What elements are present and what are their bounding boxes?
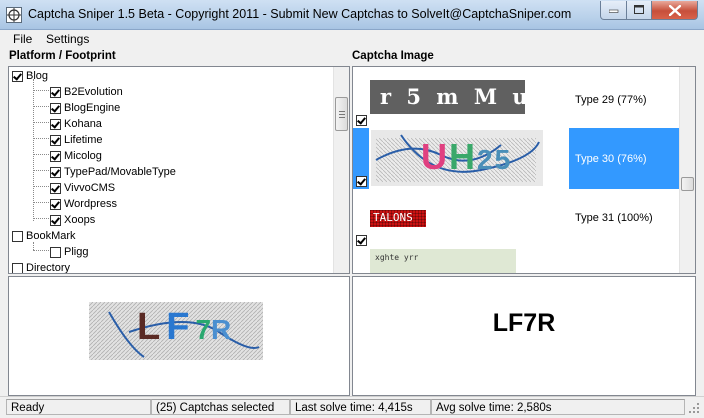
tree-checkbox[interactable] [12,70,23,82]
tree-connector [33,79,34,221]
status-last-solve: Last solve time: 4,415s [290,399,431,415]
captcha-image-text: TALONS [373,211,413,224]
preview-captcha-text: L F 7R [137,306,232,348]
tree-checkbox[interactable] [50,118,61,130]
tree-item-label: Wordpress [64,198,117,210]
tree-item-vivvocms[interactable]: VivvoCMS [50,180,115,196]
captcha-checkbox[interactable] [356,115,367,126]
tree-item-blogengine[interactable]: BlogEngine [50,100,120,116]
captcha-image: TALONS [370,210,426,227]
captcha-image: xghte yrr [370,249,516,273]
tree-checkbox[interactable] [12,262,23,273]
captcha-type-label: Type 29 (77%) [575,94,647,106]
tree-item-b2evolution[interactable]: B2Evolution [50,84,123,100]
app-icon [6,7,22,23]
tree-item-xoops[interactable]: Xoops [50,212,95,228]
menu-file[interactable]: File [13,32,32,46]
tree-item-label: Blog [26,70,49,82]
captcha-checkbox[interactable] [356,176,367,187]
preview-captcha-image: L F 7R [89,302,263,360]
tree-item-label: Xoops [64,214,96,226]
tree-item-label: Lifetime [64,134,103,146]
tree-item-lifetime[interactable]: Lifetime [50,132,103,148]
platform-tree[interactable]: Blog B2Evolution BlogEngine Kohana Lifet… [8,66,350,274]
captcha-image: r 5 m M u P [370,80,559,114]
captcha-scroll-thumb[interactable] [681,177,694,191]
captcha-row[interactable]: r 5 m M u P Type 29 (77%) [353,67,679,126]
tree-checkbox[interactable] [50,246,61,258]
tree-connector [33,154,49,155]
tree-item-label: BookMark [26,230,76,242]
tree-connector [33,170,49,171]
window-title: Captcha Sniper 1.5 Beta - Copyright 2011… [28,7,572,21]
captcha-answer: LF7R [352,276,696,396]
platform-footprint-header: Platform / Footprint [9,50,116,62]
captcha-row[interactable]: xghte yrr [353,233,679,273]
tree-connector [33,138,49,139]
captcha-image-text: r 5 m M u P [380,84,563,109]
tree-checkbox[interactable] [50,102,61,114]
menu-bar: File Settings [0,30,704,48]
tree-connector [33,106,49,107]
captcha-list[interactable]: r 5 m M u P Type 29 (77%) UH25 Type 30 (… [352,66,696,274]
tree-connector [33,250,49,251]
tree-item-kohana[interactable]: Kohana [50,116,102,132]
tree-connector [33,186,49,187]
tree-item-micolog[interactable]: Micolog [50,148,102,164]
minimize-icon [608,9,618,13]
tree-item-blog[interactable]: Blog [12,68,48,84]
tree-checkbox[interactable] [50,198,61,210]
maximize-button[interactable] [626,1,652,20]
captcha-image: UH25 [371,130,543,186]
tree-item-label: VivvoCMS [64,182,116,194]
tree-checkbox[interactable] [12,230,23,242]
tree-connector [33,122,49,123]
answer-text: LF7R [492,309,556,337]
captcha-row[interactable]: TALONS Type 31 (100%) [353,189,679,246]
tree-item-typepad[interactable]: TypePad/MovableType [50,164,176,180]
status-avg-solve: Avg solve time: 2,580s [431,399,685,415]
tree-item-label: Micolog [64,150,102,162]
captcha-scrollbar[interactable] [679,67,695,273]
tree-checkbox[interactable] [50,134,61,146]
tree-item-directory[interactable]: Directory [12,260,71,274]
status-bar: Ready (25) Captchas selected Last solve … [0,396,704,418]
tree-checkbox[interactable] [50,182,61,194]
tree-checkbox[interactable] [50,150,61,162]
captcha-image-text: UH25 [421,136,513,177]
tree-item-label: Directory [26,262,71,274]
tree-item-label: Pligg [64,246,89,258]
maximize-icon [633,5,644,14]
captcha-image-text: xghte yrr [375,253,419,262]
captcha-type-label: Type 31 (100%) [575,212,653,224]
resize-grip-icon[interactable] [687,401,701,415]
status-selected-count: (25) Captchas selected [151,399,290,415]
minimize-button[interactable] [600,1,627,20]
captcha-image-header: Captcha Image [352,50,434,62]
tree-connector [33,202,49,203]
tree-item-label: B2Evolution [64,86,123,98]
tree-item-bookmark[interactable]: BookMark [12,228,76,244]
tree-item-pligg[interactable]: Pligg [50,244,88,260]
tree-checkbox[interactable] [50,166,61,178]
tree-checkbox[interactable] [50,86,61,98]
captcha-preview: L F 7R [8,276,350,396]
tree-item-label: TypePad/MovableType [64,166,176,178]
tree-scroll-thumb[interactable] [335,97,348,131]
captcha-type-label: Type 30 (76%) [575,153,647,165]
tree-item-label: BlogEngine [64,102,121,114]
tree-item-wordpress[interactable]: Wordpress [50,196,117,212]
close-icon [668,4,681,16]
captcha-row-selected[interactable]: UH25 Type 30 (76%) [353,128,679,189]
status-state: Ready [6,399,151,415]
tree-connector [33,90,49,91]
close-button[interactable] [651,1,698,20]
tree-item-label: Kohana [64,118,102,130]
tree-checkbox[interactable] [50,214,61,226]
tree-scrollbar[interactable] [333,67,349,273]
menu-settings[interactable]: Settings [46,32,89,46]
tree-connector [33,218,49,219]
title-bar[interactable]: Captcha Sniper 1.5 Beta - Copyright 2011… [0,0,704,30]
